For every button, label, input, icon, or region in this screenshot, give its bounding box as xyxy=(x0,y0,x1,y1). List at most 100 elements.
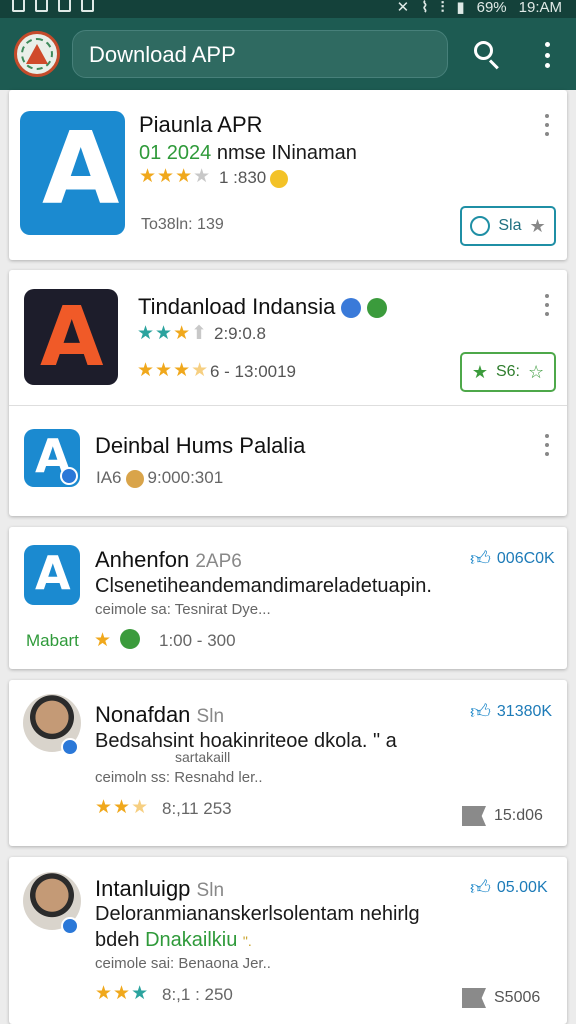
signal-icon: ⫶ xyxy=(440,0,445,16)
flag-icon xyxy=(462,806,486,826)
app-icon[interactable]: A xyxy=(24,429,80,487)
mute-icon: ✕ xyxy=(396,0,410,16)
post-note: sartakaill xyxy=(175,749,231,765)
post-body-continued: bdeh Dnakailkiu ". xyxy=(95,929,252,951)
star-icon: ★ xyxy=(193,166,211,187)
notification-icon xyxy=(12,0,25,12)
notification-icon xyxy=(58,0,71,12)
app-title[interactable]: Piaunla APR xyxy=(139,112,263,138)
download-count: To38ln: 139 xyxy=(141,216,224,233)
app-subtitle: 01 2024 nmse INinaman xyxy=(139,142,357,164)
flag-icon xyxy=(462,988,486,1008)
star-icon: ★ xyxy=(157,166,175,187)
star-icon: ★ xyxy=(529,215,546,236)
badge-icon xyxy=(60,467,78,485)
star-icon: ★ xyxy=(137,360,155,381)
verified-badge-icon xyxy=(61,917,79,935)
post-meta: ceimole sa: Tesnirat Dye... xyxy=(95,601,271,618)
overflow-menu-button[interactable] xyxy=(538,40,556,70)
report-count[interactable]: 15:d06 xyxy=(462,806,543,826)
verified-badge-icon xyxy=(61,738,79,756)
divider xyxy=(9,405,567,406)
clock-icon xyxy=(470,216,491,236)
search-input[interactable]: Download APP xyxy=(72,30,448,78)
star-rating: ★ ★ ★ ★ xyxy=(137,361,208,380)
star-icon: ★ xyxy=(94,630,112,651)
post-time: 1:00 - 300 xyxy=(159,631,236,650)
card-menu-icon[interactable] xyxy=(541,114,553,136)
star-icon: ★ xyxy=(139,166,157,187)
post-title[interactable]: Nonafdan Sln xyxy=(95,702,224,728)
notification-icon xyxy=(35,0,48,12)
star-icon: ★ xyxy=(137,323,155,344)
rating-value: 2:9:0.8 xyxy=(214,324,266,343)
rating-count: 8:,11 253 xyxy=(162,799,232,818)
wifi-icon: ⌇ xyxy=(421,0,429,16)
post-meta: ceimole sai: Benaona Jer.. xyxy=(95,955,271,972)
star-icon: ★ xyxy=(95,797,113,818)
emoji-icon xyxy=(125,469,144,488)
rating-count: 6 - 13:0019 xyxy=(210,362,297,381)
post-body: Clsenetiheandemandimareladetuapin. xyxy=(95,575,432,597)
cellular-icon: ▮ xyxy=(456,0,465,16)
star-icon: ★ xyxy=(131,797,149,818)
post-title[interactable]: Anhenfon 2AP6 xyxy=(95,547,242,573)
install-button[interactable]: ★ S6: ☆ xyxy=(460,352,556,392)
star-rating: ★ ★ ★ ⬆ xyxy=(137,324,207,343)
pin-icon: ★ xyxy=(471,361,488,382)
app-bar: Download APP xyxy=(0,18,576,90)
system-indicators: ✕ ⌇ ⫶ ▮ 69% 19:AM xyxy=(397,0,562,16)
like-count[interactable]: 👍︎ 05.00K xyxy=(470,876,548,900)
star-icon: ★ xyxy=(173,360,191,381)
install-button[interactable]: Sla ★ xyxy=(460,206,556,246)
card-menu-icon[interactable] xyxy=(541,434,553,456)
verified-icon xyxy=(367,298,388,319)
star-icon: ★ xyxy=(155,323,173,344)
status-bar: ✕ ⌇ ⫶ ▮ 69% 19:AM xyxy=(0,0,576,18)
thumbs-up-icon: 👍︎ xyxy=(470,701,491,723)
verified-icon xyxy=(341,298,362,319)
star-icon: ☆ xyxy=(528,361,545,382)
star-icon: ★ xyxy=(131,983,149,1004)
battery-percent: 69% xyxy=(476,0,507,16)
download-icon xyxy=(120,629,140,649)
clock: 19:AM xyxy=(518,0,562,16)
app-title[interactable]: Deinbal Hums Palalia xyxy=(95,433,305,459)
report-count[interactable]: S5006 xyxy=(462,988,540,1008)
app-icon[interactable]: A xyxy=(24,545,80,605)
app-icon[interactable]: A xyxy=(24,289,118,385)
star-icon: ★ xyxy=(155,360,173,381)
notification-icons xyxy=(12,0,94,12)
post-tag[interactable]: Mabart xyxy=(26,631,79,651)
like-count[interactable]: 👍︎ 006C0K xyxy=(470,547,555,571)
star-icon: ★ xyxy=(95,983,113,1004)
logo-triangle-icon xyxy=(26,44,48,64)
thumbs-up-icon: 👍︎ xyxy=(470,548,491,570)
thumbs-up-icon: 👍︎ xyxy=(470,877,491,899)
star-icon: ★ xyxy=(113,983,131,1004)
post-title[interactable]: Intanluigp Sln xyxy=(95,876,224,902)
app-title[interactable]: Tindanload Indansia xyxy=(138,294,388,320)
star-icon: ★ xyxy=(191,360,209,381)
star-icon: ⬆ xyxy=(191,323,208,344)
star-rating: ★ ★ ★ xyxy=(95,984,148,1003)
star-icon: ★ xyxy=(113,797,131,818)
coin-icon xyxy=(270,169,289,188)
star-icon: ★ xyxy=(175,166,193,187)
app-meta: IA6 9:000:301 xyxy=(96,468,224,488)
post-meta: ceimoln ss: Resnahd ler.. xyxy=(95,769,263,786)
rating-count: 8:,1 : 250 xyxy=(162,985,233,1004)
search-icon xyxy=(474,41,493,60)
like-count[interactable]: 👍︎ 31380K xyxy=(470,700,552,724)
post-body: Bedsahsint hoakinriteoe dkola. " a xyxy=(95,730,397,752)
star-icon: ★ xyxy=(173,323,191,344)
star-rating: ★ ★ ★ ★ xyxy=(139,167,210,186)
app-logo[interactable] xyxy=(14,31,60,77)
post-body: Deloranmiananskerlsolentam nehirlg xyxy=(95,903,420,925)
app-icon[interactable]: A xyxy=(20,111,125,235)
card-menu-icon[interactable] xyxy=(541,294,553,316)
star-rating: ★ ★ ★ xyxy=(95,798,148,817)
rating-count: 1 :830 xyxy=(219,168,289,188)
notification-icon xyxy=(81,0,94,12)
search-button[interactable] xyxy=(470,38,504,72)
